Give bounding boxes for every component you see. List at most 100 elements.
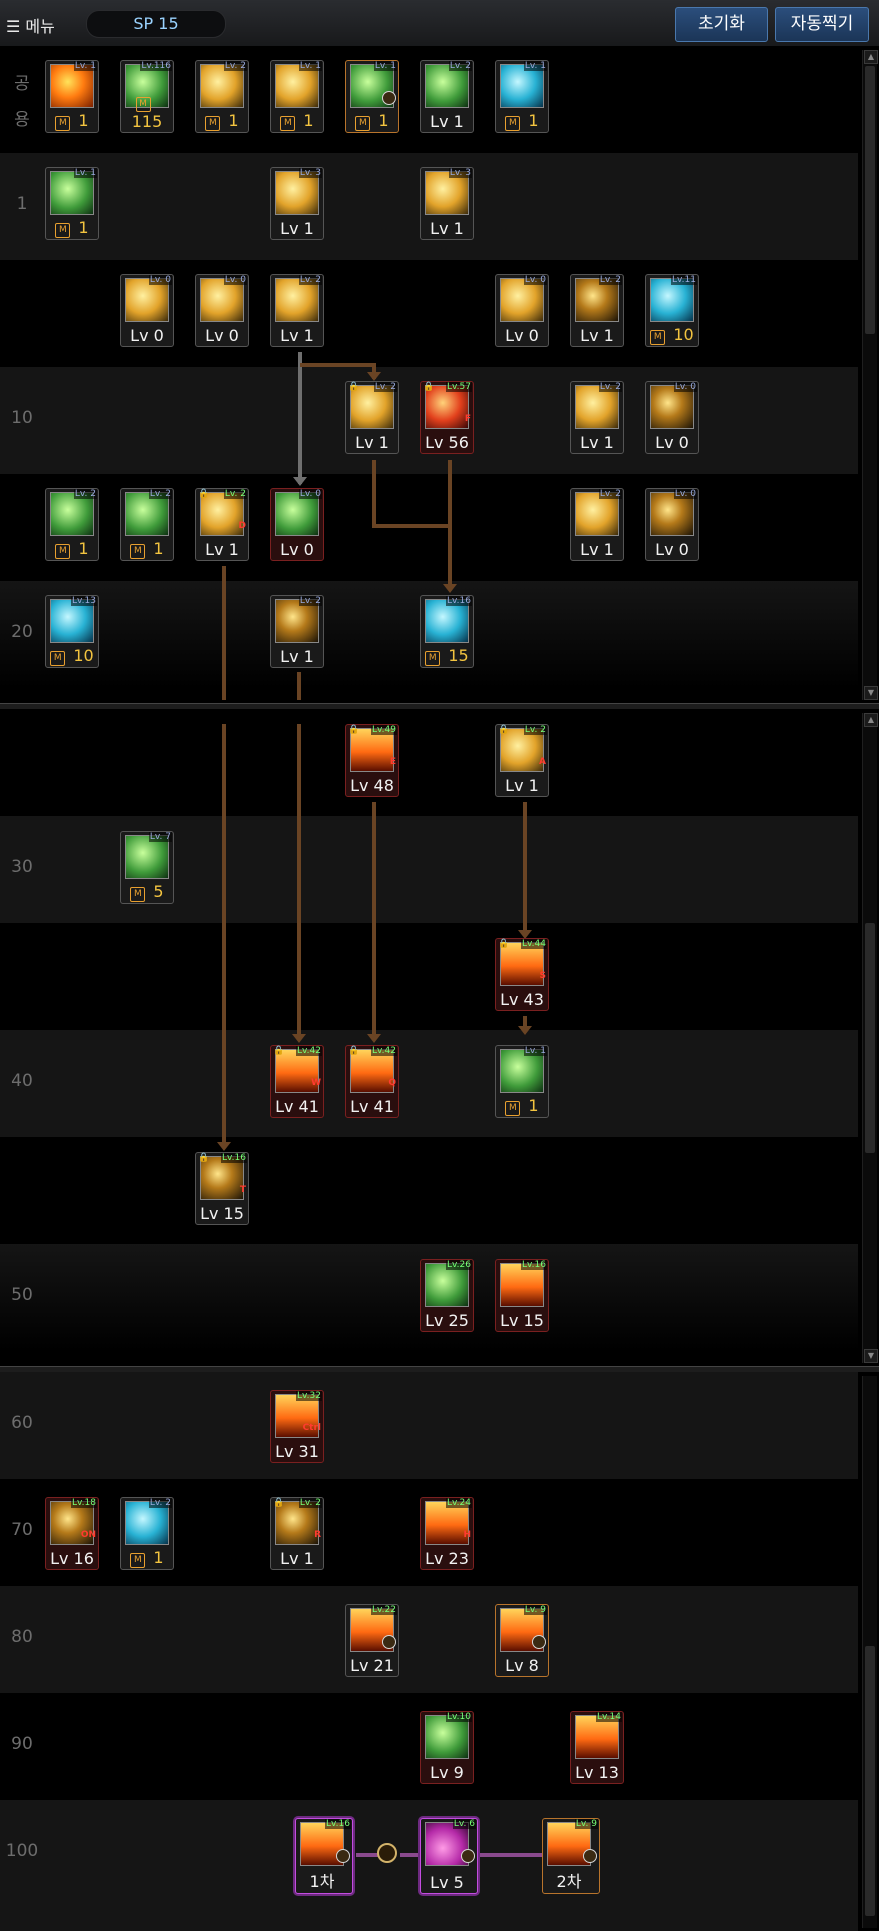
awaken-link [478, 1853, 542, 1857]
skill-level: M 15 [421, 646, 473, 666]
mastery-icon: M [205, 116, 221, 131]
skill-s07[interactable]: Lv. 1 M1 [495, 60, 549, 133]
skill-s45[interactable]: Lv.22 Lv 21 [345, 1604, 399, 1677]
row-label-1: 1 [16, 194, 28, 214]
skill-s19[interactable]: Lv. 2 Lv 1 [570, 381, 624, 454]
skill-s11[interactable]: Lv. 0 Lv 0 [120, 274, 174, 347]
hotkey-label: ON [80, 1530, 96, 1540]
scroll-up-arrow[interactable]: ▲ [864, 713, 878, 727]
skill-s25[interactable]: Lv. 2 Lv 1 [570, 488, 624, 561]
skill-s20[interactable]: Lv. 0 Lv 0 [645, 381, 699, 454]
skill-s43[interactable]: Lv. 2 🔒 R Lv 1 [270, 1497, 324, 1570]
skill-s22[interactable]: Lv. 2 M1 [120, 488, 174, 561]
skill-s08[interactable]: Lv. 1 M1 [45, 167, 99, 240]
scrollbar-3[interactable] [862, 1376, 877, 1928]
skill-s12[interactable]: Lv. 0 Lv 0 [195, 274, 249, 347]
skill-s01[interactable]: Lv. 1 M1 [45, 60, 99, 133]
skill-level-badge: Lv. 1 [73, 61, 97, 71]
row-label-20: 20 [11, 622, 33, 642]
skill-level: Lv 1 [346, 433, 398, 452]
skill-s26[interactable]: Lv. 0 Lv 0 [645, 488, 699, 561]
skill-s42[interactable]: Lv. 2 M1 [120, 1497, 174, 1570]
skill-s29[interactable]: Lv.16 M 15 [420, 595, 474, 668]
skill-level-badge: Lv. 2 [73, 489, 97, 499]
skill-level: Lv 56 [421, 433, 473, 452]
skill-s35[interactable]: Lv.42 🔒 Q Lv 41 [345, 1045, 399, 1118]
skill-s40[interactable]: Lv.32 Ctrl Lv 31 [270, 1390, 324, 1463]
skill-s32[interactable]: Lv. 7 M5 [120, 831, 174, 904]
skill-s37[interactable]: Lv.16 🔒 T Lv 15 [195, 1152, 249, 1225]
hotkey-label: E [389, 757, 396, 767]
skill-level: Lv 8 [496, 1656, 548, 1675]
skill-level-badge: Lv.116 [140, 61, 172, 71]
scroll-thumb[interactable] [865, 66, 875, 334]
skill-s15[interactable]: Lv. 2 Lv 1 [570, 274, 624, 347]
skill-s03[interactable]: Lv. 2 M1 [195, 60, 249, 133]
skill-level-badge: Lv. 0 [673, 382, 697, 392]
skill-s47[interactable]: Lv.10 Lv 9 [420, 1711, 474, 1784]
skill-level-badge: Lv.42 [296, 1046, 322, 1056]
scroll-thumb[interactable] [865, 1646, 875, 1916]
skill-s05[interactable]: Lv. 1 M1 [345, 60, 399, 133]
skill-s18[interactable]: Lv.57 🔒 F Lv 56 [420, 381, 474, 454]
skill-s48[interactable]: Lv.14 Lv 13 [570, 1711, 624, 1784]
skill-level-value: 10 [673, 325, 694, 344]
skill-level: Lv 15 [196, 1204, 248, 1223]
skill-level-value: Lv 1 [280, 219, 314, 238]
skill-s09[interactable]: Lv. 3 Lv 1 [270, 167, 324, 240]
skill-s27[interactable]: Lv.13 M 10 [45, 595, 99, 668]
connector-line [374, 524, 450, 528]
skill-s06[interactable]: Lv. 2 Lv 1 [420, 60, 474, 133]
skill-s49[interactable]: Lv.16 1차 [295, 1818, 353, 1894]
scroll-down-arrow[interactable]: ▼ [864, 686, 878, 700]
skill-s02[interactable]: Lv.116 M115 [120, 60, 174, 133]
skill-s14[interactable]: Lv. 0 Lv 0 [495, 274, 549, 347]
skill-s41[interactable]: Lv.18 ON Lv 16 [45, 1497, 99, 1570]
skill-s51[interactable]: Lv. 9 2차 [542, 1818, 600, 1894]
skill-level: Lv 0 [271, 540, 323, 559]
skill-level: 1차 [296, 1868, 348, 1892]
scroll-up-arrow[interactable]: ▲ [864, 50, 878, 64]
skill-s36[interactable]: Lv. 1 M1 [495, 1045, 549, 1118]
skill-s44[interactable]: Lv.24 H Lv 23 [420, 1497, 474, 1570]
skill-s10[interactable]: Lv. 3 Lv 1 [420, 167, 474, 240]
scrollbar-2[interactable]: ▲ ▼ [862, 713, 878, 1363]
skill-s04[interactable]: Lv. 1 M1 [270, 60, 324, 133]
skill-s13[interactable]: Lv. 2 Lv 1 [270, 274, 324, 347]
skill-level-badge: Lv. 2 [298, 596, 322, 606]
skill-s23[interactable]: Lv. 2 🔒 D Lv 1 [195, 488, 249, 561]
scroll-thumb[interactable] [865, 923, 875, 1153]
awaken-link [400, 1853, 418, 1857]
skill-s39[interactable]: Lv.16 Lv 15 [495, 1259, 549, 1332]
skill-level-value: Lv 56 [425, 433, 469, 452]
skill-s30[interactable]: Lv.49 🔒 E Lv 48 [345, 724, 399, 797]
skill-s31[interactable]: Lv. 2 🔒 A Lv 1 [495, 724, 549, 797]
skill-s17[interactable]: Lv. 2 🔒 Lv 1 [345, 381, 399, 454]
skill-s28[interactable]: Lv. 2 Lv 1 [270, 595, 324, 668]
skill-s16[interactable]: Lv.11 M 10 [645, 274, 699, 347]
reset-button[interactable]: 초기화 [675, 7, 768, 42]
scroll-down-arrow[interactable]: ▼ [864, 1349, 878, 1363]
skill-s46[interactable]: Lv. 9 Lv 8 [495, 1604, 549, 1677]
skill-level-badge: Lv. 9 [523, 1605, 547, 1615]
skill-s50[interactable]: Lv. 6 Lv 5 [420, 1818, 478, 1894]
skill-level-badge: Lv.16 [221, 1153, 247, 1163]
skill-level: Lv 1 [271, 219, 323, 238]
skill-level: Lv 1 [571, 326, 623, 345]
skill-level: Lv 25 [421, 1311, 473, 1330]
auto-assign-button[interactable]: 자동찍기 [775, 7, 869, 42]
connector-arrow [292, 1034, 306, 1043]
skill-level-badge: Lv. 2 [298, 1498, 322, 1508]
skill-level-badge: Lv.49 [371, 725, 397, 735]
skill-s33[interactable]: Lv.44 🔒 S Lv 43 [495, 938, 549, 1011]
menu-button[interactable]: ☰ 메뉴 [6, 13, 55, 37]
skill-s21[interactable]: Lv. 2 M1 [45, 488, 99, 561]
skill-level-badge: Lv.57 [446, 382, 472, 392]
cooldown-clock-icon [532, 1635, 546, 1649]
skill-level: Lv 1 [271, 326, 323, 345]
skill-s38[interactable]: Lv.26 Lv 25 [420, 1259, 474, 1332]
skill-s34[interactable]: Lv.42 🔒 W Lv 41 [270, 1045, 324, 1118]
skill-s24[interactable]: Lv. 0 Lv 0 [270, 488, 324, 561]
skill-level-badge: Lv. 2 [373, 382, 397, 392]
scrollbar-1[interactable]: ▲ ▼ [862, 50, 878, 700]
